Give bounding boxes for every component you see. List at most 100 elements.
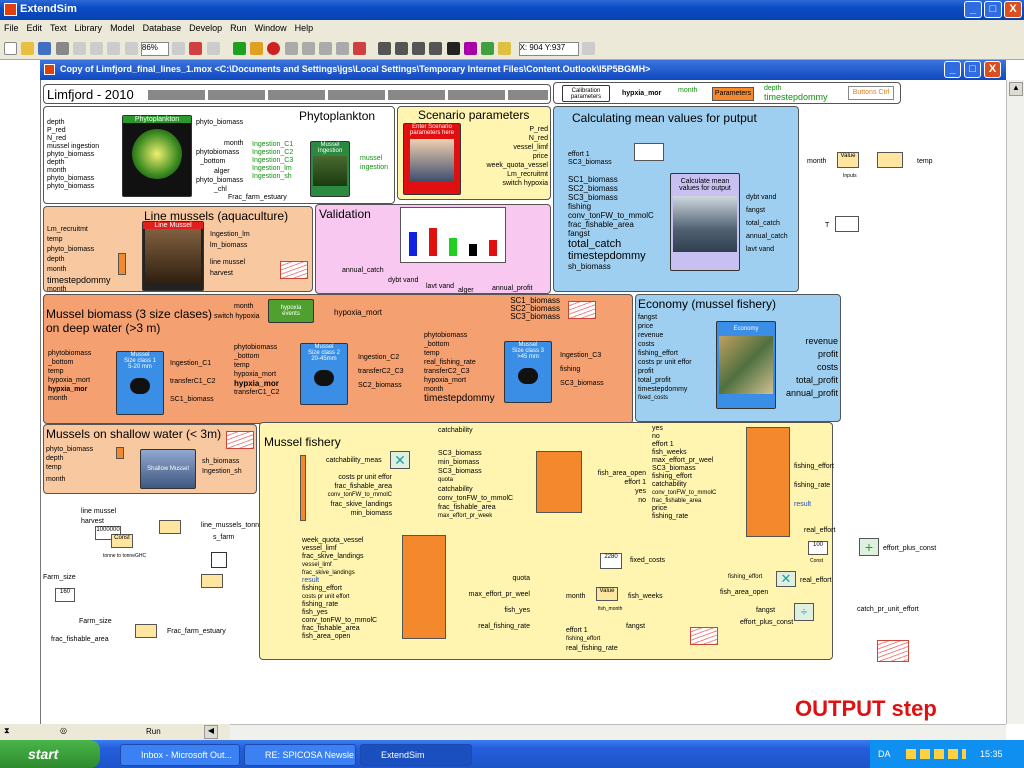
divide-icon[interactable]: ÷ bbox=[794, 603, 814, 621]
model-canvas[interactable]: Limfjord - 2010 Calibration parameters hy… bbox=[40, 80, 1004, 724]
f-cpu2: catch_pr_unit_effort bbox=[857, 606, 919, 613]
horizontal-scrollbar[interactable] bbox=[230, 724, 1006, 740]
layer-icon[interactable] bbox=[172, 42, 186, 55]
cut-icon[interactable] bbox=[72, 42, 86, 55]
menu-run[interactable]: Run bbox=[226, 20, 251, 36]
task-inbox[interactable]: Inbox - Microsoft Out... bbox=[120, 744, 240, 766]
menu-text[interactable]: Text bbox=[46, 20, 71, 36]
scroll-left-icon[interactable]: ◀ bbox=[204, 725, 218, 739]
fish-weeks-value[interactable]: Value bbox=[596, 587, 618, 601]
menu-model[interactable]: Model bbox=[106, 20, 139, 36]
shallow-plotter[interactable] bbox=[226, 431, 254, 449]
fill-icon[interactable] bbox=[446, 42, 460, 55]
grid-icon[interactable] bbox=[581, 42, 595, 55]
mult-block[interactable] bbox=[211, 552, 227, 568]
buttons-ctrl[interactable]: Buttons Ctrl bbox=[848, 86, 894, 100]
notebook-icon[interactable] bbox=[206, 42, 220, 55]
scenario-block[interactable]: Enter Scenario parameters here bbox=[403, 123, 461, 195]
new-icon[interactable] bbox=[4, 42, 17, 55]
fishery-ob1[interactable] bbox=[300, 455, 306, 521]
scroll-up-icon[interactable]: ▲ bbox=[1009, 82, 1023, 96]
mean-block[interactable]: Calculate mean values for output bbox=[670, 173, 740, 271]
const-block[interactable]: Const bbox=[111, 534, 133, 548]
hand-icon[interactable] bbox=[412, 42, 426, 55]
line-icon[interactable] bbox=[394, 42, 408, 55]
shuffle-icon[interactable] bbox=[353, 42, 367, 55]
stop-icon[interactable] bbox=[267, 42, 281, 55]
size-class-1-block[interactable]: Mussel Size class 1 5-20 mm bbox=[116, 351, 164, 415]
pause-icon[interactable] bbox=[284, 42, 298, 55]
economy-block[interactable]: Economy bbox=[716, 321, 776, 409]
zoom-field[interactable]: 86% bbox=[140, 42, 169, 56]
doc-maximize-button[interactable]: □ bbox=[964, 61, 981, 78]
tray-icons[interactable] bbox=[906, 749, 966, 759]
mult2-block[interactable] bbox=[201, 574, 223, 588]
fishery-plotter[interactable] bbox=[690, 627, 718, 645]
task-extendsim[interactable]: ExtendSim bbox=[360, 744, 472, 766]
lang-indicator[interactable]: DA bbox=[878, 740, 891, 768]
line-mussel-block[interactable]: Line Mussel bbox=[142, 221, 204, 291]
run-icon[interactable] bbox=[232, 42, 246, 55]
area-block[interactable] bbox=[536, 451, 582, 513]
multiply2-icon[interactable]: ✕ bbox=[776, 571, 796, 587]
paste-icon[interactable] bbox=[107, 42, 121, 55]
lines-plotter[interactable] bbox=[280, 261, 308, 279]
minimize-button[interactable]: _ bbox=[964, 1, 982, 18]
mussel-ingestion-block[interactable]: Mussel Ingestion bbox=[310, 141, 350, 197]
vertical-scrollbar[interactable]: ▲ bbox=[1006, 80, 1024, 724]
const-100[interactable]: 100 bbox=[808, 541, 828, 555]
start-button[interactable]: start bbox=[0, 740, 100, 768]
text-icon[interactable] bbox=[429, 42, 443, 55]
quota-block[interactable] bbox=[402, 535, 446, 639]
menu-window[interactable]: Window bbox=[251, 20, 291, 36]
pointer-icon[interactable] bbox=[377, 42, 391, 55]
clone-icon[interactable] bbox=[498, 42, 512, 55]
close-button[interactable]: X bbox=[1004, 1, 1022, 18]
step-icon[interactable] bbox=[250, 42, 264, 55]
size-class-3-block[interactable]: Mussel Size class 3 >45 mm bbox=[504, 341, 552, 403]
doc-minimize-button[interactable]: _ bbox=[944, 61, 961, 78]
menu-database[interactable]: Database bbox=[139, 20, 186, 36]
pattern-icon[interactable] bbox=[481, 42, 495, 55]
connection-icon[interactable] bbox=[318, 42, 332, 55]
validation-chart[interactable] bbox=[400, 207, 506, 263]
hypoxia-events-block[interactable]: hypoxia events bbox=[268, 299, 314, 323]
size-class-2-block[interactable]: Mussel Size class 2 20-45mm bbox=[300, 343, 348, 405]
add-icon[interactable]: + bbox=[859, 538, 879, 556]
menu-file[interactable]: File bbox=[0, 20, 23, 36]
table-block[interactable] bbox=[835, 216, 859, 232]
fixed-costs-const[interactable]: 2280 bbox=[600, 553, 622, 569]
output-plotter[interactable] bbox=[877, 640, 909, 662]
menu-edit[interactable]: Edit bbox=[23, 20, 47, 36]
lines-ob[interactable] bbox=[118, 253, 126, 275]
color-icon[interactable] bbox=[463, 42, 477, 55]
value-block[interactable]: Value bbox=[837, 152, 859, 168]
print-icon[interactable] bbox=[55, 42, 69, 55]
frac-fx-block[interactable] bbox=[135, 624, 157, 638]
equation-block[interactable] bbox=[877, 152, 903, 168]
shallow-mussel-block[interactable]: Shallow Mussel bbox=[140, 449, 196, 489]
farm-size-const[interactable]: 160 bbox=[55, 588, 75, 602]
calibration-block[interactable]: Calibration parameters bbox=[562, 85, 610, 102]
undo-icon[interactable] bbox=[124, 42, 138, 55]
menu-help[interactable]: Help bbox=[291, 20, 318, 36]
save-icon[interactable] bbox=[38, 42, 52, 55]
doc-close-button[interactable]: X bbox=[984, 61, 1001, 78]
phytoplankton-block[interactable]: Phytoplankton bbox=[122, 115, 192, 197]
menu-develop[interactable]: Develop bbox=[185, 20, 226, 36]
menu-library[interactable]: Library bbox=[71, 20, 107, 36]
biomass-plotter[interactable] bbox=[568, 301, 596, 319]
cross-icon[interactable] bbox=[189, 42, 203, 55]
multiply-icon[interactable]: ✕ bbox=[390, 451, 410, 469]
maximize-button[interactable]: □ bbox=[984, 1, 1002, 18]
shallow-ob[interactable] bbox=[116, 447, 124, 459]
copy-icon[interactable] bbox=[90, 42, 104, 55]
open-icon[interactable] bbox=[21, 42, 35, 55]
effort-block[interactable] bbox=[746, 427, 790, 537]
scatter-block[interactable] bbox=[634, 143, 664, 161]
task-spicosa[interactable]: RE: SPICOSA Newsle... bbox=[244, 744, 356, 766]
animate-icon[interactable] bbox=[301, 42, 315, 55]
fx-block[interactable] bbox=[159, 520, 181, 534]
debug-icon[interactable] bbox=[336, 42, 350, 55]
parameters-block[interactable]: Parameters bbox=[712, 87, 754, 101]
